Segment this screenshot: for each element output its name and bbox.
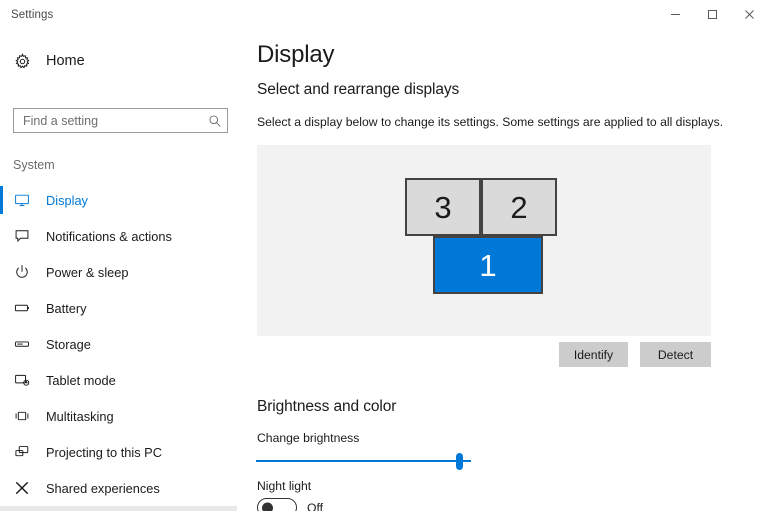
arrange-displays-heading: Select and rearrange displays <box>257 81 460 98</box>
shared-icon <box>3 480 41 496</box>
sidebar-item-shared-experiences[interactable]: Shared experiences <box>0 470 237 506</box>
main-content: Display Select and rearrange displays Se… <box>237 29 768 511</box>
monitor-number: 3 <box>434 189 452 225</box>
sidebar-item-projecting-to-this-pc[interactable]: Projecting to this PC <box>0 434 237 470</box>
tablet-icon <box>3 372 41 388</box>
minimize-button[interactable] <box>657 0 694 29</box>
monitor-number: 2 <box>510 189 528 225</box>
sidebar-group-title: System <box>13 158 55 172</box>
monitor-tile-1[interactable]: 1 <box>433 236 543 294</box>
identify-button[interactable]: Identify <box>559 342 628 367</box>
display-action-buttons: Identify Detect <box>257 342 711 367</box>
selection-accent-bar <box>0 186 3 214</box>
window-controls <box>657 0 768 29</box>
minimize-icon <box>671 14 680 15</box>
sidebar-item-label: Display <box>46 192 88 208</box>
monitor-icon <box>3 192 41 208</box>
night-light-label: Night light <box>257 479 312 493</box>
sidebar-item-multitasking[interactable]: Multitasking <box>0 398 237 434</box>
search-input[interactable] <box>14 113 203 128</box>
brightness-slider-track[interactable] <box>256 460 471 462</box>
monitor-number: 1 <box>479 247 497 283</box>
sidebar-item-about[interactable]: About <box>0 506 237 511</box>
brightness-slider[interactable] <box>256 450 471 472</box>
sidebar-item-label: Tablet mode <box>46 372 116 388</box>
page-title: Display <box>257 41 335 68</box>
projecting-icon <box>3 444 41 460</box>
multitasking-icon <box>3 408 41 424</box>
battery-icon <box>3 300 41 316</box>
detect-button[interactable]: Detect <box>640 342 711 367</box>
sidebar-item-label: Shared experiences <box>46 480 160 496</box>
sidebar-item-label: Battery <box>46 300 87 316</box>
sidebar-item-label: Storage <box>46 336 91 352</box>
gear-icon <box>3 52 41 70</box>
sidebar-nav-list: Display Notifications & actions Power & sl… <box>0 182 237 511</box>
sidebar: Home System Display Notifications & actio… <box>0 29 237 511</box>
toggle-knob <box>262 502 273 511</box>
notification-icon <box>3 228 41 244</box>
close-button[interactable] <box>731 0 768 29</box>
monitor-tile-2[interactable]: 2 <box>481 178 557 236</box>
title-bar: Settings <box>0 0 768 29</box>
arrange-displays-description: Select a display below to change its set… <box>257 115 724 129</box>
night-light-toggle[interactable] <box>257 498 297 511</box>
sidebar-item-notifications-actions[interactable]: Notifications & actions <box>0 218 237 254</box>
brightness-slider-thumb[interactable] <box>456 453 463 470</box>
close-icon <box>745 10 754 19</box>
sidebar-item-home[interactable]: Home <box>0 45 237 77</box>
sidebar-item-power-sleep[interactable]: Power & sleep <box>0 254 237 290</box>
sidebar-item-label: Multitasking <box>46 408 114 424</box>
storage-icon <box>3 336 41 352</box>
sidebar-item-battery[interactable]: Battery <box>0 290 237 326</box>
display-arrangement-panel[interactable]: 3 2 1 <box>257 145 711 336</box>
sidebar-item-label: Projecting to this PC <box>46 444 162 460</box>
settings-window: Settings Home Find a setting System Disp… <box>0 0 768 511</box>
change-brightness-label: Change brightness <box>257 431 360 445</box>
sidebar-item-display[interactable]: Display <box>0 182 237 218</box>
maximize-button[interactable] <box>694 0 731 29</box>
search-box[interactable] <box>13 108 228 133</box>
night-light-toggle-row[interactable]: Off <box>257 498 323 511</box>
maximize-icon <box>708 10 717 19</box>
brightness-and-color-heading: Brightness and color <box>257 398 397 415</box>
sidebar-home-label: Home <box>46 53 85 69</box>
window-title: Settings <box>11 8 54 21</box>
sidebar-item-label: Power & sleep <box>46 264 129 280</box>
sidebar-item-storage[interactable]: Storage <box>0 326 237 362</box>
search-icon[interactable] <box>203 114 227 128</box>
sidebar-item-tablet-mode[interactable]: Tablet mode <box>0 362 237 398</box>
night-light-state: Off <box>307 500 324 511</box>
monitor-tile-3[interactable]: 3 <box>405 178 481 236</box>
sidebar-item-label: Notifications & actions <box>46 228 172 244</box>
power-icon <box>3 264 41 280</box>
